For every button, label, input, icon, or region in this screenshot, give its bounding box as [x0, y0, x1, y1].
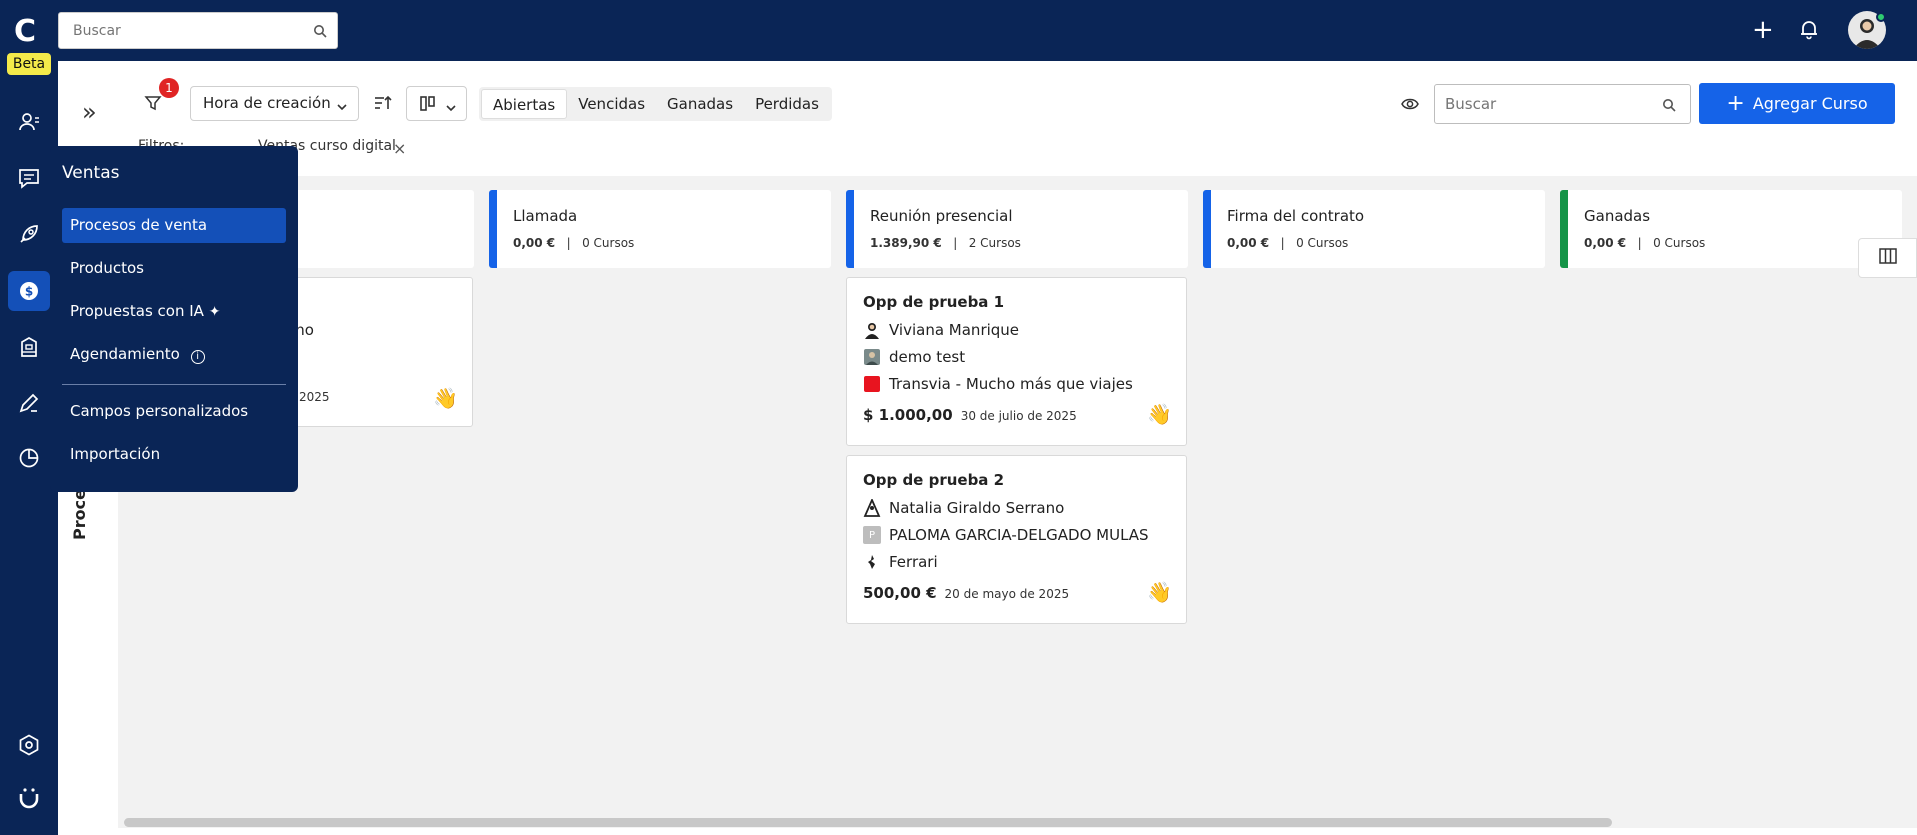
- column-header-ganadas: Ganadas 0,00 € | 0 Cursos: [1560, 190, 1902, 268]
- add-course-button[interactable]: + Agregar Curso: [1699, 83, 1895, 124]
- deal-card[interactable]: Opp de prueba 1 Viviana Manrique demo te…: [846, 277, 1187, 446]
- svg-text:$: $: [25, 285, 33, 299]
- tab-vencidas[interactable]: Vencidas: [567, 89, 656, 119]
- sales-flyout-menu: Ventas Procesos de venta Productos Propu…: [50, 146, 298, 492]
- search-icon[interactable]: [313, 23, 327, 42]
- card-contact: Natalia Giraldo Serrano: [863, 499, 1064, 517]
- menu-divider: [62, 384, 286, 385]
- menu-item-campos-personalizados[interactable]: Campos personalizados: [62, 394, 286, 429]
- card-footer: $ 1.000,00 30 de julio de 2025: [863, 406, 1077, 424]
- contact-avatar-icon: [863, 321, 881, 339]
- menu-item-productos[interactable]: Productos: [62, 251, 286, 286]
- support-icon[interactable]: [16, 785, 42, 811]
- flyout-title: Ventas: [62, 163, 120, 183]
- app-logo[interactable]: C: [14, 17, 42, 47]
- tab-abiertas[interactable]: Abiertas: [481, 89, 568, 119]
- column-stats: 0,00 € | 0 Cursos: [1584, 236, 1706, 250]
- add-course-label: Agregar Curso: [1752, 94, 1868, 113]
- wave-icon[interactable]: 👋: [1147, 580, 1172, 604]
- column-title: Ganadas: [1584, 207, 1651, 225]
- global-search[interactable]: [58, 12, 338, 49]
- global-search-input[interactable]: [59, 13, 299, 48]
- deal-card[interactable]: Opp de prueba 2 Natalia Giraldo Serrano …: [846, 455, 1187, 624]
- menu-item-procesos-de-venta[interactable]: Procesos de venta: [62, 208, 286, 243]
- contacts-icon[interactable]: [16, 109, 42, 135]
- chevron-down-icon: [336, 99, 348, 117]
- rocket-icon[interactable]: [16, 221, 42, 247]
- search-icon[interactable]: [1662, 97, 1676, 116]
- person-initial-avatar: P: [863, 526, 881, 544]
- card-company: Transvia - Mucho más que viajes: [863, 375, 1133, 393]
- wave-icon[interactable]: 👋: [433, 386, 458, 410]
- plus-icon: +: [1726, 90, 1745, 116]
- menu-item-propuestas-ia[interactable]: Propuestas con IA ✦: [62, 294, 286, 329]
- columns-panel-toggle[interactable]: [1858, 238, 1917, 278]
- card-person: P PALOMA GARCIA-DELGADO MULAS: [863, 526, 1149, 544]
- card-title: Opp de prueba 2: [863, 471, 1005, 489]
- card-person: demo test: [863, 348, 965, 366]
- contact-avatar-icon: [863, 499, 881, 517]
- tab-ganadas[interactable]: Ganadas: [656, 89, 744, 119]
- chevron-down-icon: [445, 99, 457, 118]
- bell-icon[interactable]: [1798, 18, 1820, 44]
- card-contact: Viviana Manrique: [863, 321, 1019, 339]
- card-footer: 500,00 €20 de mayo de 2025: [863, 584, 1070, 602]
- board-search[interactable]: [1434, 84, 1691, 124]
- plus-icon[interactable]: +: [1752, 17, 1774, 43]
- wave-icon[interactable]: 👋: [1147, 402, 1172, 426]
- column-title: Firma del contrato: [1227, 207, 1365, 225]
- card-company: Ferrari: [863, 553, 938, 571]
- view-mode-select[interactable]: [406, 86, 467, 121]
- column-stats: 1.389,90 € | 2 Cursos: [870, 236, 1021, 250]
- sales-icon[interactable]: $: [8, 271, 50, 311]
- messages-icon[interactable]: [16, 165, 42, 191]
- sort-direction-icon[interactable]: [373, 93, 393, 117]
- columns-icon: [1878, 247, 1897, 269]
- beta-badge: Beta: [7, 53, 51, 75]
- pen-icon[interactable]: [16, 390, 42, 416]
- status-tabs: Abiertas Vencidas Ganadas Perdidas: [479, 87, 832, 121]
- sort-select-value: Hora de creación: [203, 94, 331, 112]
- filter-count-badge: 1: [159, 78, 179, 98]
- reports-icon[interactable]: [16, 445, 42, 471]
- sort-select[interactable]: Hora de creación: [190, 86, 359, 121]
- card-title: Opp de prueba 1: [863, 293, 1005, 311]
- board-view-icon: [419, 95, 437, 117]
- board-scrollbar[interactable]: [124, 818, 1612, 827]
- expand-panel-icon[interactable]: »: [82, 98, 97, 126]
- sparkle-icon: ✦: [208, 304, 221, 320]
- column-header-llamada: Llamada 0,00 € | 0 Cursos: [489, 190, 831, 268]
- filter-icon[interactable]: [144, 94, 162, 116]
- column-title: Reunión presencial: [870, 207, 1013, 225]
- column-header-reunion: Reunión presencial 1.389,90 € | 2 Cursos: [846, 190, 1188, 268]
- column-header-firma: Firma del contrato 0,00 € | 0 Cursos: [1203, 190, 1545, 268]
- company-logo-icon: [863, 553, 881, 571]
- remove-filter-icon[interactable]: ×: [393, 139, 406, 158]
- company-logo-icon: [863, 375, 881, 393]
- column-title: Llamada: [513, 207, 578, 225]
- menu-item-agendamiento[interactable]: Agendamiento i: [62, 337, 286, 372]
- person-avatar-icon: [863, 348, 881, 366]
- building-icon[interactable]: [16, 334, 42, 360]
- top-bar: C +: [0, 0, 1917, 61]
- online-status-dot: [1876, 12, 1886, 22]
- settings-icon[interactable]: [16, 732, 42, 758]
- tab-perdidas[interactable]: Perdidas: [744, 89, 830, 119]
- info-icon: i: [190, 350, 205, 364]
- column-stats: 0,00 € | 0 Cursos: [1227, 236, 1349, 250]
- board-search-input[interactable]: [1435, 85, 1645, 123]
- column-stats: 0,00 € | 0 Cursos: [513, 236, 635, 250]
- visibility-icon[interactable]: [1400, 94, 1420, 118]
- menu-item-importacion[interactable]: Importación: [62, 437, 286, 472]
